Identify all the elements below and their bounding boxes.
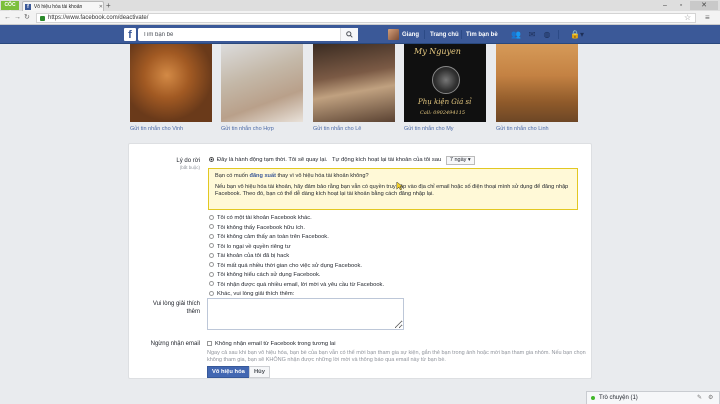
reason-option[interactable]: Khác, vui lòng giải thích thêm: (209, 290, 294, 298)
radio-button[interactable] (209, 214, 214, 220)
radio-button[interactable] (209, 262, 214, 268)
find-friends-link[interactable]: Tìm bạn bè (466, 30, 498, 40)
radio-button[interactable] (209, 271, 214, 277)
friend-card-my[interactable]: My Nguyen Phụ kiện Giá sỉ Call: 09024941… (404, 44, 486, 132)
tab-close-icon[interactable]: ✕ (99, 4, 103, 10)
notice-body: Nếu bạn vô hiệu hóa tài khoản, hãy đảm b… (215, 183, 569, 198)
nav-divider (558, 30, 559, 39)
message-friend-link[interactable]: Gửi tin nhắn cho Lê (313, 126, 413, 132)
radio-button[interactable] (209, 252, 214, 258)
auto-reactivate-text: Tự động kích hoạt lại tài khoản của tôi … (331, 157, 442, 163)
friend-photo[interactable] (130, 44, 212, 122)
friend-requests-icon[interactable]: 👥 (510, 29, 522, 40)
friend-photo[interactable] (221, 44, 303, 122)
browser-menu-icon[interactable]: ≡ (705, 13, 710, 23)
radio-button[interactable] (209, 243, 214, 249)
friend-card-le[interactable]: Gửi tin nhắn cho Lê (313, 44, 395, 132)
reason-option[interactable]: Tôi mất quá nhiều thời gian cho việc sử … (209, 262, 362, 270)
email-optout-help: Ngay cả sau khi bạn vô hiệu hóa, bạn bè … (207, 350, 586, 363)
nav-divider (461, 30, 462, 39)
email-optout-option[interactable]: Không nhận email từ Facebook trong tương… (207, 340, 336, 348)
home-link[interactable]: Trang chủ (430, 30, 459, 40)
reason-option[interactable]: Tài khoản của tôi đã bị hack (209, 252, 289, 260)
reason-option[interactable]: Tôi nhận được quá nhiều email, lời mời v… (209, 281, 384, 289)
email-optout-checkbox[interactable] (207, 340, 212, 346)
reason-label: Lý do rời (176, 158, 200, 164)
message-friend-link[interactable]: Gửi tin nhắn cho My (404, 126, 504, 132)
notifications-globe-icon[interactable]: ◍ (541, 29, 553, 40)
browser-logo[interactable]: CỐC CỐC (1, 1, 19, 17)
radio-button[interactable] (209, 281, 214, 287)
user-avatar[interactable] (388, 29, 399, 40)
tab-title: Vô hiệu hóa tài khoản (33, 3, 83, 10)
photo-text-subtitle: Phụ kiện Giá sỉ (418, 98, 472, 106)
reason-option[interactable]: Tôi không cảm thấy an toàn trên Facebook… (209, 233, 329, 241)
explain-label: Vui lòng giải thích (152, 301, 200, 307)
forward-arrow-icon[interactable]: → (14, 13, 21, 23)
photo-text-phone: Call: 0902494115 (420, 110, 466, 116)
new-tab-plus-icon[interactable]: + (106, 2, 111, 10)
profile-link[interactable]: Giang (402, 30, 419, 40)
messages-icon[interactable]: ✉ (526, 29, 538, 40)
chat-settings-gear-icon[interactable]: ⚙ (708, 394, 713, 401)
chat-label: Trò chuyện (1) (599, 395, 638, 401)
bookmark-star-icon[interactable]: ☆ (684, 13, 691, 23)
radio-button[interactable] (209, 233, 214, 239)
browser-tab-active[interactable]: f Vô hiệu hóa tài khoản ✕ (22, 1, 104, 11)
window-close-icon[interactable]: ✕ (690, 1, 718, 10)
reason-required-note: (bắt buộc) (179, 165, 200, 170)
friend-card-vinh[interactable]: Gửi tin nhắn cho Vinh (130, 44, 212, 132)
notice-question: Bạn có muốn đăng xuất thay vì vô hiệu hó… (215, 173, 369, 179)
explain-label-line2: thêm (186, 309, 200, 315)
reason-option[interactable]: Tôi có một tài khoản Facebook khác. (209, 214, 312, 222)
reason-option[interactable]: Tôi không hiểu cách sử dụng Facebook. (209, 271, 320, 279)
chat-bar[interactable]: Trò chuyện (1) ✎ ⚙ (586, 391, 720, 404)
friend-photo[interactable] (313, 44, 395, 122)
cancel-button[interactable]: Hủy (249, 366, 270, 378)
logout-instead-notice: Bạn có muốn đăng xuất thay vì vô hiệu hó… (208, 168, 578, 210)
mouse-cursor-icon (396, 182, 404, 190)
radio-button[interactable] (209, 224, 214, 230)
reload-icon[interactable]: ↻ (24, 13, 30, 23)
maximize-icon[interactable]: ▫ (674, 1, 688, 10)
friend-card-hop[interactable]: Gửi tin nhắn cho Hợp (221, 44, 303, 132)
radio-selected[interactable] (209, 156, 214, 162)
reactivate-days-select[interactable]: 7 ngày ▾ (445, 156, 475, 165)
online-status-dot (591, 396, 595, 400)
facebook-header: f Giang Trang chủ Tìm bạn bè 👥 ✉ ◍ 🔒▾ (0, 25, 720, 44)
friend-photo[interactable]: My Nguyen Phụ kiện Giá sỉ Call: 09024941… (404, 44, 486, 122)
reason-option[interactable]: Tôi không thấy Facebook hữu ích. (209, 224, 305, 232)
search-input[interactable] (138, 28, 334, 41)
explain-textarea[interactable] (207, 298, 404, 330)
radio-button[interactable] (209, 290, 214, 296)
photo-text-title: My Nguyen (414, 47, 461, 56)
chat-compose-icon[interactable]: ✎ (697, 394, 702, 401)
product-image (432, 66, 460, 94)
friend-card-linh[interactable]: Gửi tin nhắn cho Linh (496, 44, 578, 132)
search-icon (346, 31, 353, 38)
privacy-shortcuts-icon[interactable]: 🔒▾ (568, 29, 586, 40)
reason-option[interactable]: Tôi lo ngại về quyền riêng tư (209, 243, 291, 251)
email-optout-label: Ngừng nhận email (150, 341, 200, 347)
minimize-icon[interactable]: – (658, 1, 672, 10)
friend-photo[interactable] (496, 44, 578, 122)
search-box (138, 28, 358, 41)
reason-option-temporary[interactable]: Đây là hành động tạm thời. Tôi sẽ quay l… (209, 156, 475, 165)
message-friend-link[interactable]: Gửi tin nhắn cho Hợp (221, 126, 321, 132)
logout-link[interactable]: đăng xuất (250, 173, 276, 179)
message-friend-link[interactable]: Gửi tin nhắn cho Vinh (130, 126, 230, 132)
search-button[interactable] (340, 28, 358, 41)
deactivate-button[interactable]: Vô hiệu hóa (207, 366, 250, 378)
secure-lock-icon (40, 15, 45, 21)
facebook-logo-icon[interactable]: f (124, 28, 136, 41)
nav-divider (424, 30, 425, 39)
deactivate-form: Lý do rời (bắt buộc) Đây là hành động tạ… (128, 143, 592, 379)
back-arrow-icon[interactable]: ← (4, 13, 11, 23)
facebook-favicon-icon: f (25, 3, 31, 10)
message-friend-link[interactable]: Gửi tin nhắn cho Linh (496, 126, 596, 132)
browser-tabstrip: CỐC CỐC f Vô hiệu hóa tài khoản ✕ + – ▫ … (0, 0, 720, 17)
address-bar-row: ← → ↻ https://www.facebook.com/deactivat… (0, 11, 720, 25)
url-text: https://www.facebook.com/deactivate/ (48, 15, 149, 21)
url-field[interactable]: https://www.facebook.com/deactivate/ (36, 13, 696, 23)
